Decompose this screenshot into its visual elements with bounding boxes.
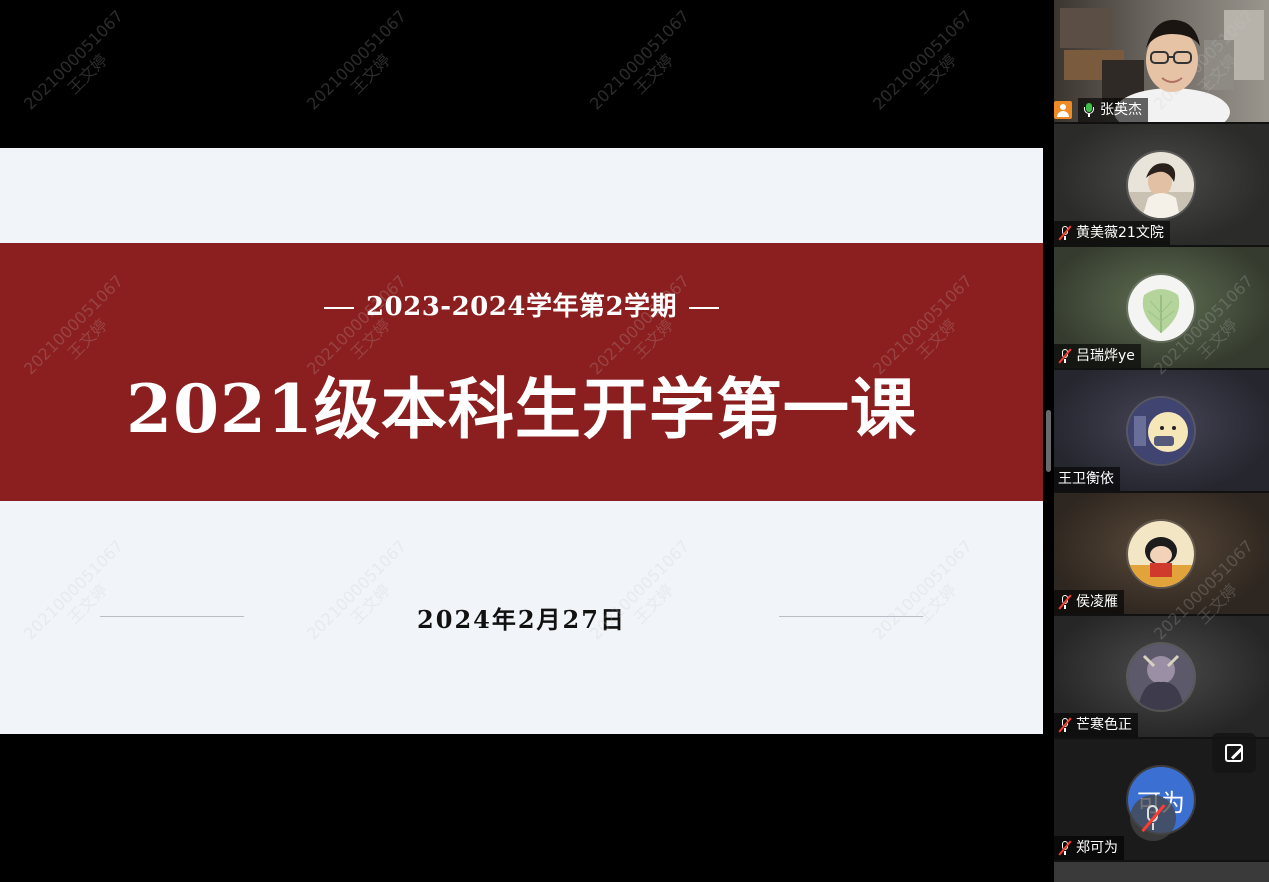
- mic-muted-icon: [1058, 717, 1072, 733]
- mic-on-icon: [1082, 102, 1096, 118]
- participant-name: 侯凌雁: [1076, 594, 1118, 610]
- watermark: 2021000051067 王文婷: [586, 6, 708, 128]
- watermark-id: 2021000051067: [20, 6, 128, 114]
- participant-tile[interactable]: 王卫衡依: [1054, 370, 1269, 491]
- watermark-id: 2021000051067: [586, 6, 694, 114]
- watermark: 2021000051067 王文婷: [303, 6, 425, 128]
- mic-muted-icon: [1058, 594, 1072, 610]
- watermark-name: 王文婷: [63, 50, 112, 98]
- avatar-image: [1128, 521, 1194, 587]
- participant-label: 侯凌雁: [1054, 590, 1124, 614]
- slide-title: 2021级本科生开学第一课: [126, 370, 917, 448]
- participant-name: 郑可为: [1076, 840, 1118, 856]
- watermark-name: 王文婷: [346, 50, 395, 98]
- watermark-id: 2021000051067: [303, 6, 411, 114]
- participant-name: 芒寒色正: [1076, 717, 1132, 733]
- avatar-image: [1128, 152, 1194, 218]
- subtitle-text: 2023-2024学年第2学期: [365, 292, 678, 322]
- participant-tile-active[interactable]: 张英杰: [1054, 0, 1269, 122]
- participant-name: 张英杰: [1100, 102, 1142, 118]
- participant-label: 郑可为: [1054, 836, 1124, 860]
- avatar: [1128, 521, 1194, 587]
- subtitle-dash-right: [689, 307, 720, 309]
- watermark-name: 王文婷: [912, 50, 961, 98]
- shared-screen-slide: 2023-2024学年第2学期 2021级本科生开学第一课 2024年2月27日: [0, 148, 1043, 734]
- avatar-image: [1128, 644, 1194, 710]
- avatar: [1128, 275, 1194, 341]
- participant-tile-partial[interactable]: [1054, 862, 1269, 882]
- participant-label: 黄美薇21文院: [1054, 221, 1170, 245]
- mic-muted-icon[interactable]: [1130, 795, 1176, 841]
- participant-name: 吕瑞烨ye: [1076, 348, 1135, 364]
- mic-muted-icon: [1058, 348, 1072, 364]
- watermark: 2021000051067 王文婷: [20, 6, 142, 128]
- participant-tile[interactable]: 侯凌雁: [1054, 493, 1269, 614]
- participant-name: 黄美薇21文院: [1076, 225, 1164, 241]
- edit-icon: [1225, 744, 1244, 762]
- participant-label: 王卫衡依: [1054, 467, 1120, 491]
- participant-tile[interactable]: 芒寒色正: [1054, 616, 1269, 737]
- participant-label: 吕瑞烨ye: [1054, 344, 1141, 368]
- participant-tile[interactable]: 黄美薇21文院: [1054, 124, 1269, 245]
- participant-name: 王卫衡依: [1058, 471, 1114, 487]
- sidebar-scrollbar[interactable]: [1046, 410, 1051, 472]
- subtitle-dash-left: [323, 307, 354, 309]
- slide-subtitle: 2023-2024学年第2学期: [0, 286, 1043, 323]
- edit-button[interactable]: [1212, 733, 1256, 773]
- participant-name-box: 张英杰: [1078, 98, 1148, 122]
- participant-label: 张英杰: [1054, 98, 1154, 122]
- avatar-image: [1128, 275, 1194, 341]
- participant-label: 芒寒色正: [1054, 713, 1138, 737]
- avatar: [1128, 644, 1194, 710]
- slide-date: 2024年2月27日: [417, 605, 626, 634]
- mic-muted-icon: [1058, 225, 1072, 241]
- meeting-window: 2023-2024学年第2学期 2021级本科生开学第一课 2024年2月27日: [0, 0, 1269, 882]
- avatar: [1128, 398, 1194, 464]
- watermark-id: 2021000051067: [869, 6, 977, 114]
- avatar-image: [1128, 398, 1194, 464]
- mic-muted-icon: [1058, 840, 1072, 856]
- watermark-name: 王文婷: [629, 50, 678, 98]
- participant-tile[interactable]: 吕瑞烨ye: [1054, 247, 1269, 368]
- watermark: 2021000051067 王文婷: [869, 6, 991, 128]
- date-divider-right: [779, 616, 923, 617]
- avatar: [1128, 152, 1194, 218]
- person-icon: [1054, 101, 1072, 119]
